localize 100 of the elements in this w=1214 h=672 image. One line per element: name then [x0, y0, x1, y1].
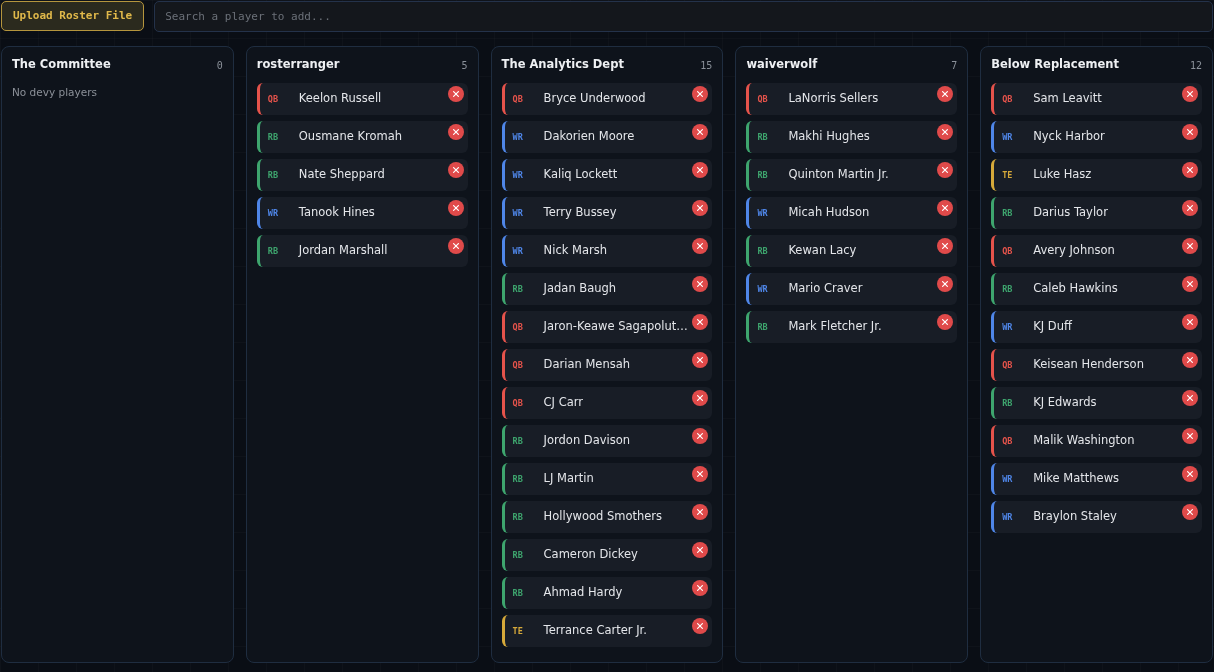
- close-icon: [697, 205, 704, 211]
- player-card[interactable]: RB Quinton Martin Jr.: [746, 159, 958, 191]
- player-card[interactable]: QB LaNorris Sellers: [746, 83, 958, 115]
- player-card[interactable]: RB Darius Taylor: [991, 197, 1202, 229]
- remove-button[interactable]: [447, 200, 464, 216]
- player-card[interactable]: QB Darian Mensah: [501, 349, 713, 381]
- player-card[interactable]: QB Keelon Russell: [256, 83, 468, 115]
- player-card[interactable]: RB Jordon Davison: [501, 425, 713, 457]
- player-card[interactable]: RB LJ Martin: [501, 463, 713, 495]
- player-card[interactable]: QB Malik Washington: [991, 425, 1202, 457]
- remove-button[interactable]: [692, 314, 709, 330]
- remove-button[interactable]: [447, 86, 464, 102]
- player-card[interactable]: RB Mark Fletcher Jr.: [746, 311, 958, 343]
- remove-button[interactable]: [1182, 276, 1198, 292]
- remove-button[interactable]: [937, 276, 954, 292]
- close-icon: [1187, 243, 1193, 249]
- remove-button[interactable]: [937, 238, 954, 254]
- player-card[interactable]: TE Luke Hasz: [991, 159, 1202, 191]
- remove-button[interactable]: [692, 504, 709, 520]
- remove-button[interactable]: [937, 200, 954, 216]
- player-card[interactable]: WR Dakorien Moore: [501, 121, 713, 153]
- player-name: Bryce Underwood: [543, 90, 646, 108]
- player-card[interactable]: WR KJ Duff: [991, 311, 1202, 343]
- player-card[interactable]: RB Caleb Hawkins: [991, 273, 1202, 305]
- remove-button[interactable]: [692, 390, 709, 406]
- player-card[interactable]: QB Bryce Underwood: [501, 83, 713, 115]
- position-label: QB: [267, 92, 280, 106]
- close-icon: [1187, 357, 1193, 363]
- player-card[interactable]: QB Jaron-Keawe Sagapolut…: [501, 311, 713, 343]
- remove-button[interactable]: [692, 618, 709, 634]
- player-card[interactable]: WR Terry Bussey: [501, 197, 713, 229]
- search-field[interactable]: Search a player to add...: [154, 1, 1213, 32]
- remove-button[interactable]: [937, 162, 954, 178]
- remove-button[interactable]: [937, 314, 954, 330]
- close-icon: [697, 623, 704, 629]
- player-name: Jordan Marshall: [298, 242, 388, 260]
- player-card[interactable]: RB KJ Edwards: [991, 387, 1202, 419]
- player-name: KJ Edwards: [1033, 394, 1097, 412]
- remove-button[interactable]: [692, 124, 709, 140]
- player-name: Makhi Hughes: [788, 128, 870, 146]
- player-card[interactable]: RB Jordan Marshall: [256, 235, 468, 267]
- remove-button[interactable]: [692, 86, 709, 102]
- remove-button[interactable]: [447, 238, 464, 254]
- remove-button[interactable]: [1182, 466, 1198, 482]
- close-icon: [697, 433, 704, 439]
- player-card[interactable]: RB Cameron Dickey: [501, 539, 713, 571]
- remove-button[interactable]: [692, 238, 709, 254]
- player-card[interactable]: RB Kewan Lacy: [746, 235, 958, 267]
- remove-button[interactable]: [1182, 124, 1198, 140]
- remove-button[interactable]: [1182, 390, 1198, 406]
- remove-button[interactable]: [692, 276, 709, 292]
- position-label: RB: [512, 510, 524, 524]
- player-card[interactable]: RB Ousmane Kromah: [256, 121, 468, 153]
- player-name: Terry Bussey: [543, 204, 617, 222]
- remove-button[interactable]: [1182, 86, 1198, 102]
- remove-button[interactable]: [937, 86, 954, 102]
- player-card[interactable]: WR Mario Craver: [746, 273, 958, 305]
- remove-button[interactable]: [1182, 162, 1198, 178]
- player-card[interactable]: QB CJ Carr: [501, 387, 713, 419]
- player-card[interactable]: WR Mike Matthews: [991, 463, 1202, 495]
- player-card[interactable]: WR Nyck Harbor: [991, 121, 1202, 153]
- remove-button[interactable]: [692, 580, 709, 596]
- player-card[interactable]: QB Sam Leavitt: [991, 83, 1202, 115]
- remove-button[interactable]: [692, 352, 709, 368]
- player-card[interactable]: WR Kaliq Lockett: [501, 159, 713, 191]
- remove-button[interactable]: [692, 466, 709, 482]
- player-card[interactable]: WR Micah Hudson: [746, 197, 958, 229]
- remove-button[interactable]: [692, 200, 709, 216]
- player-name: Micah Hudson: [788, 204, 870, 222]
- close-icon: [697, 281, 704, 287]
- remove-button[interactable]: [447, 162, 464, 178]
- remove-button[interactable]: [1182, 504, 1198, 520]
- upload-roster-button[interactable]: Upload Roster File: [1, 1, 145, 31]
- remove-button[interactable]: [1182, 352, 1198, 368]
- player-card[interactable]: RB Hollywood Smothers: [501, 501, 713, 533]
- player-card[interactable]: WR Braylon Staley: [991, 501, 1202, 533]
- player-card[interactable]: RB Makhi Hughes: [746, 121, 958, 153]
- player-count: 15: [700, 58, 713, 73]
- position-label: RB: [757, 244, 769, 258]
- player-card[interactable]: RB Ahmad Hardy: [501, 577, 713, 609]
- remove-button[interactable]: [1182, 314, 1198, 330]
- remove-button[interactable]: [692, 428, 709, 444]
- player-count: 12: [1189, 58, 1202, 73]
- close-icon: [452, 243, 459, 249]
- player-card[interactable]: WR Tanook Hines: [256, 197, 468, 229]
- player-card[interactable]: RB Nate Sheppard: [256, 159, 468, 191]
- remove-button[interactable]: [1182, 428, 1198, 444]
- player-card[interactable]: QB Keisean Henderson: [991, 349, 1202, 381]
- remove-button[interactable]: [1182, 200, 1198, 216]
- remove-button[interactable]: [692, 542, 709, 558]
- remove-button[interactable]: [937, 124, 954, 140]
- player-name: Caleb Hawkins: [1033, 280, 1118, 298]
- player-card[interactable]: QB Avery Johnson: [991, 235, 1202, 267]
- position-label: WR: [267, 206, 280, 220]
- player-card[interactable]: RB Jadan Baugh: [501, 273, 713, 305]
- player-card[interactable]: TE Terrance Carter Jr.: [501, 615, 713, 647]
- remove-button[interactable]: [447, 124, 464, 140]
- remove-button[interactable]: [1182, 238, 1198, 254]
- player-card[interactable]: WR Nick Marsh: [501, 235, 713, 267]
- remove-button[interactable]: [692, 162, 709, 178]
